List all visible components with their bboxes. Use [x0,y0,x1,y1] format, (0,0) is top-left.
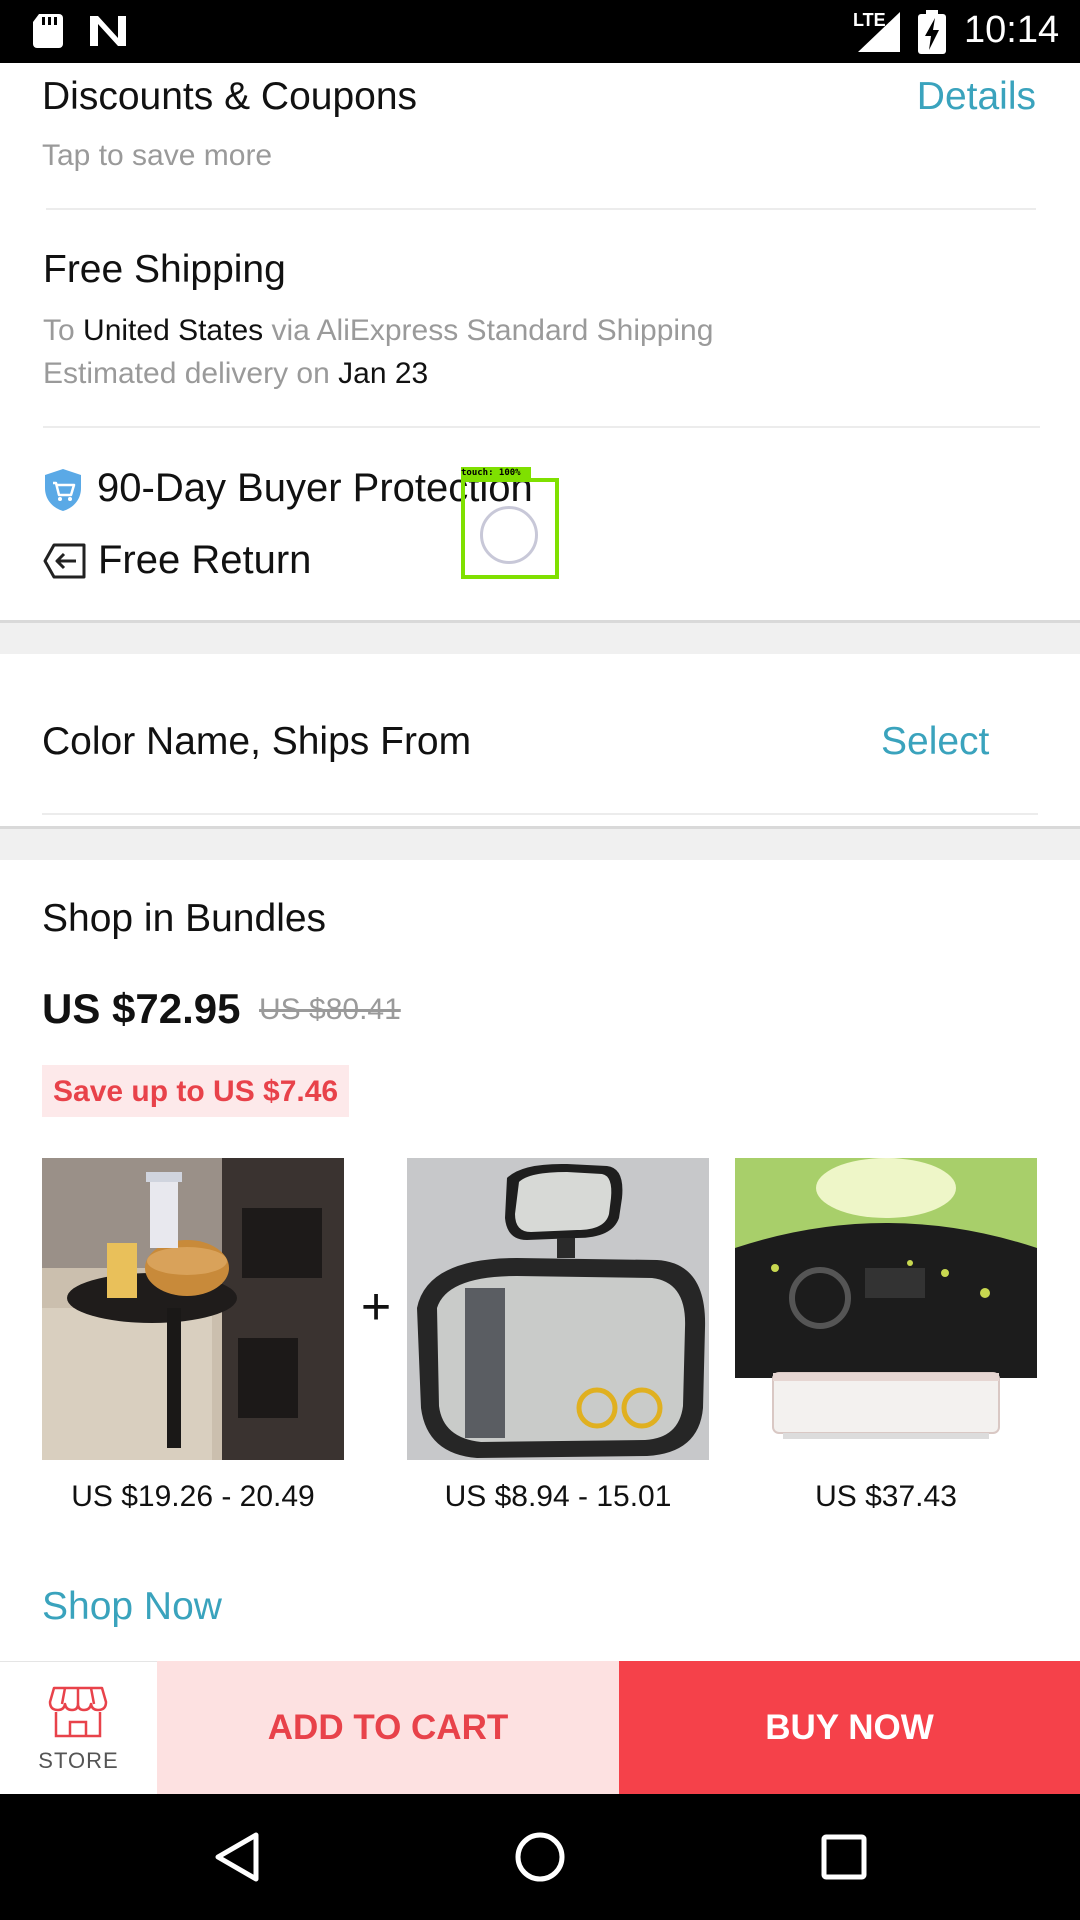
shipping-country: United States [83,314,264,347]
store-label: STORE [38,1748,119,1773]
product-price: US $19.26 - 20.49 [71,1480,315,1513]
product-image-mirror[interactable] [407,1158,709,1460]
variant-label: Color Name, Ships From [42,720,472,763]
coupons-subtitle: Tap to save more [42,139,273,172]
divider [42,813,1038,815]
home-icon[interactable] [514,1831,566,1883]
plus-sign: + [360,1278,392,1336]
touch-indicator-circle [480,506,538,564]
n-notification-icon [90,16,126,46]
store-button[interactable]: STORE [0,1661,157,1794]
product-price: US $37.43 [815,1480,957,1513]
shipping-section[interactable]: Free Shipping To United States via AliEx… [0,210,1080,425]
variant-select-link[interactable]: Select [881,720,989,764]
shipping-method: via AliExpress Standard Shipping [271,314,714,347]
battery-charging-icon [918,10,946,54]
back-icon[interactable] [214,1832,260,1882]
free-return-label: Free Return [98,538,312,582]
buy-now-button[interactable]: BUY NOW [619,1661,1080,1794]
delivery-prefix: Estimated delivery on [43,357,330,390]
air-purifier-picture [735,1158,1037,1460]
product-image-air-purifier[interactable] [735,1158,1037,1460]
product-price: US $8.94 - 15.01 [444,1480,672,1513]
bundle-original-price: US $80.41 [259,993,401,1026]
shipping-title: Free Shipping [43,248,286,291]
coupons-title: Discounts & Coupons [42,75,418,118]
mirror-picture [407,1158,709,1460]
return-icon [43,543,86,579]
store-icon [48,1686,108,1738]
bundle-save-badge: Save up to US $7.46 [42,1065,350,1117]
sd-card-icon [33,14,63,48]
add-to-cart-button[interactable]: ADD TO CART [157,1661,619,1794]
product-image-car-tray[interactable] [42,1158,344,1460]
car-tray-picture [42,1158,344,1460]
system-nav-bar [0,1794,1080,1920]
delivery-date: Jan 23 [338,357,429,390]
shop-now-link[interactable]: Shop Now [42,1585,222,1629]
shipping-delivery: Estimated delivery on Jan 23 [43,357,428,391]
shipping-destination: To United States via AliExpress Standard… [43,314,713,348]
bundles-title: Shop in Bundles [42,897,327,940]
coupons-details-link[interactable]: Details [917,75,1036,119]
variant-selector-row[interactable]: Color Name, Ships From Select [0,654,1080,814]
bundle-price: US $72.95 [42,985,241,1032]
section-gap [0,826,1080,860]
shipping-to-prefix: To [43,314,75,347]
shield-cart-icon [45,469,81,511]
signal-icon [858,12,900,52]
clock: 10:14 [964,9,1060,51]
section-gap [0,620,1080,654]
status-bar: LTE 10:14 [0,0,1080,63]
coupons-section[interactable]: Discounts & Coupons Details Tap to save … [0,63,1080,209]
bottom-action-bar: STORE ADD TO CART BUY NOW [0,1661,1080,1794]
recents-icon[interactable] [821,1834,867,1880]
